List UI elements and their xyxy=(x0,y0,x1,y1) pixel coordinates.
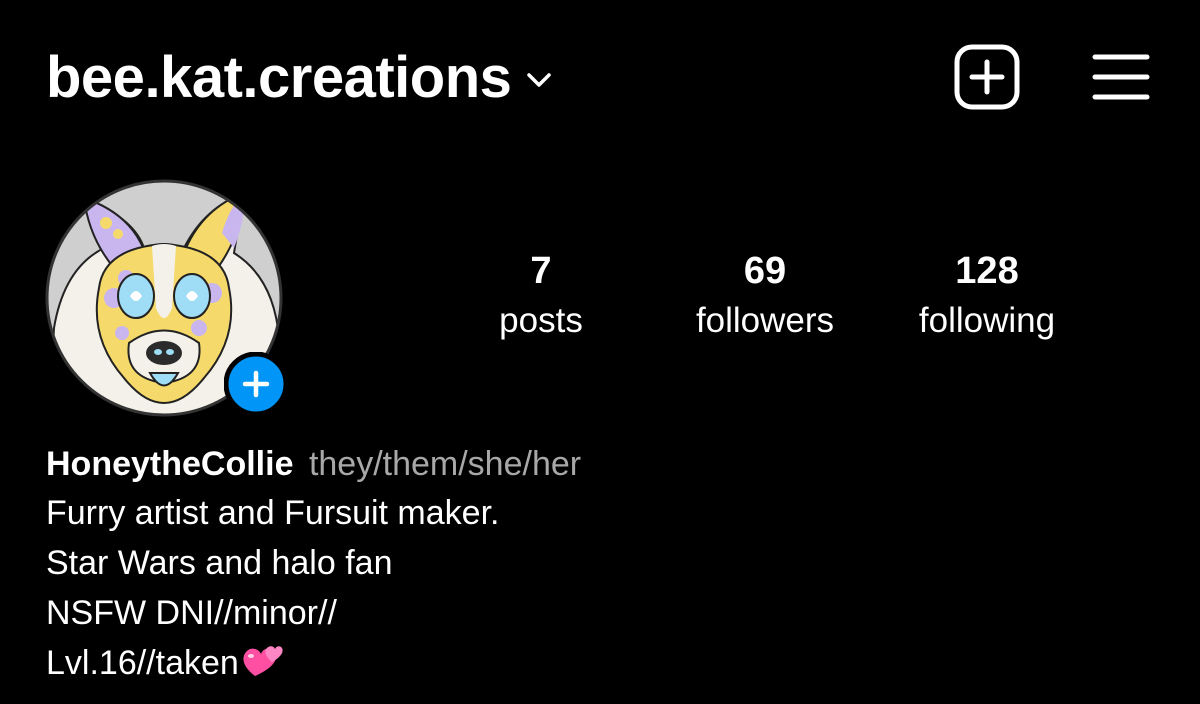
name-line: HoneytheCollie they/them/she/her xyxy=(46,440,1146,488)
menu-button[interactable] xyxy=(1092,52,1150,102)
following-count: 128 xyxy=(955,250,1019,292)
following-stat[interactable]: 128 following xyxy=(877,246,1097,346)
bio-line: NSFW DNI//minor// xyxy=(46,594,337,632)
followers-count: 69 xyxy=(743,250,787,292)
bio-line: Star Wars and halo fan xyxy=(46,544,393,582)
following-label: following xyxy=(918,301,1056,340)
followers-stat[interactable]: 69 followers xyxy=(655,246,875,346)
two-hearts-emoji xyxy=(241,642,285,680)
username: bee.kat.creations xyxy=(46,45,512,110)
profile-bio: HoneytheCollie they/them/she/her Furry a… xyxy=(46,440,1146,688)
posts-count: 7 xyxy=(530,250,552,292)
display-name: HoneytheCollie xyxy=(46,445,294,483)
new-post-button[interactable] xyxy=(954,44,1020,110)
bio-line-last: Lvl.16//taken xyxy=(46,638,1146,688)
chevron-down-icon xyxy=(525,70,553,90)
bio-line: Furry artist and Fursuit maker. xyxy=(46,494,500,532)
pronouns: they/them/she/her xyxy=(308,445,582,483)
hamburger-menu-icon xyxy=(1092,54,1150,106)
add-story-button[interactable] xyxy=(223,351,289,417)
account-switcher[interactable]: bee.kat.creations xyxy=(46,40,553,116)
followers-label: followers xyxy=(695,301,835,340)
profile-header: bee.kat.creations xyxy=(0,0,1200,150)
bio-line-text: Lvl.16//taken xyxy=(46,644,239,682)
posts-stat[interactable]: 7 posts xyxy=(431,246,651,346)
plus-square-icon xyxy=(954,44,1020,114)
plus-icon xyxy=(223,351,289,420)
posts-label: posts xyxy=(499,301,583,340)
